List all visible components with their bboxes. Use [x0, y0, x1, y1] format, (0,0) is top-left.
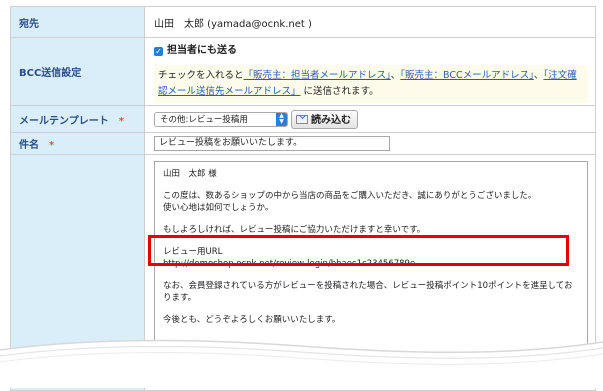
mail-form-table: 宛先 山田 太郎 (yamada@ocnk.net ) BCC送信設定 ✓ 担当者…: [10, 6, 596, 391]
template-cell: その他:レビュー投稿用 ▲ ▼ 読み込む: [144, 105, 596, 133]
template-label-cell: メールテンプレート *: [10, 105, 145, 133]
bcc-note-sep2: 、: [533, 69, 544, 81]
template-required-mark: *: [118, 115, 124, 127]
subject-label: 件名: [19, 140, 39, 151]
body-line-greeting: 山田 太郎 様: [163, 169, 217, 179]
subject-cell: レビュー投稿をお願いいたします。: [144, 132, 596, 155]
bcc-checkbox-label[interactable]: 担当者にも送る: [167, 45, 237, 56]
subject-required-mark: *: [49, 140, 55, 151]
load-template-button[interactable]: 読み込む: [291, 109, 358, 129]
bcc-note-post: に送信されます。: [300, 85, 379, 97]
template-select[interactable]: その他:レビュー投稿用 ▲ ▼: [154, 111, 288, 127]
bcc-note-pre: チェックを入れると: [158, 69, 244, 81]
recipient-label: 宛先: [10, 6, 145, 38]
row-bcc: BCC送信設定 ✓ 担当者にも送る チェックを入れると「販売主：担当者メールアドレ…: [10, 37, 596, 106]
template-selected-value: その他:レビュー投稿用: [160, 114, 248, 125]
row-template: メールテンプレート * その他:レビュー投稿用 ▲ ▼ 読み込む: [10, 105, 596, 133]
row-recipient: 宛先 山田 太郎 (yamada@ocnk.net ): [10, 6, 596, 38]
load-icon: [296, 114, 308, 124]
bcc-note-sep1: 、: [390, 69, 401, 81]
body-line-closing: 今後とも、どうぞよろしくお願いいたします。: [163, 315, 341, 325]
link-seller-staff-email[interactable]: 「販売主：担当者メールアドレス」: [244, 70, 391, 81]
select-arrows-icon: ▲ ▼: [276, 112, 287, 126]
row-subject: 件名 * レビュー投稿をお願いいたします。: [10, 132, 596, 155]
link-seller-bcc-email[interactable]: 「販売主：BCCメールアドレス」: [400, 70, 534, 81]
review-url-highlight-box: [148, 235, 569, 266]
checkbox-checked-icon[interactable]: ✓: [154, 46, 163, 56]
bcc-cell: ✓ 担当者にも送る チェックを入れると「販売主：担当者メールアドレス」、「販売主：…: [144, 37, 596, 106]
mail-form-screenshot: 宛先 山田 太郎 (yamada@ocnk.net ) BCC送信設定 ✓ 担当者…: [0, 0, 603, 391]
bcc-label: BCC送信設定: [10, 37, 145, 106]
recipient-value: 山田 太郎 (yamada@ocnk.net ): [144, 6, 596, 38]
body-line-points: なお、会員登録されている方がレビューを投稿された場合、レビュー投稿ポイント10ポ…: [163, 281, 573, 303]
torn-edge-wave: [0, 339, 603, 388]
subject-input[interactable]: レビュー投稿をお願いいたします。: [154, 136, 390, 151]
body-line-question: 使い心地は如何でしょうか。: [163, 203, 274, 213]
subject-label-cell: 件名 *: [10, 132, 145, 155]
template-label: メールテンプレート: [19, 115, 109, 127]
bcc-checkbox-row[interactable]: ✓ 担当者にも送る: [154, 41, 594, 56]
load-button-label: 読み込む: [311, 114, 351, 126]
body-line-thanks: この度は、数あるショップの中から当店の商品をご購入いただき、誠にありがとうござい…: [163, 191, 537, 201]
bcc-note: チェックを入れると「販売主：担当者メールアドレス」、「販売主：BCCメールアドレ…: [154, 64, 588, 103]
